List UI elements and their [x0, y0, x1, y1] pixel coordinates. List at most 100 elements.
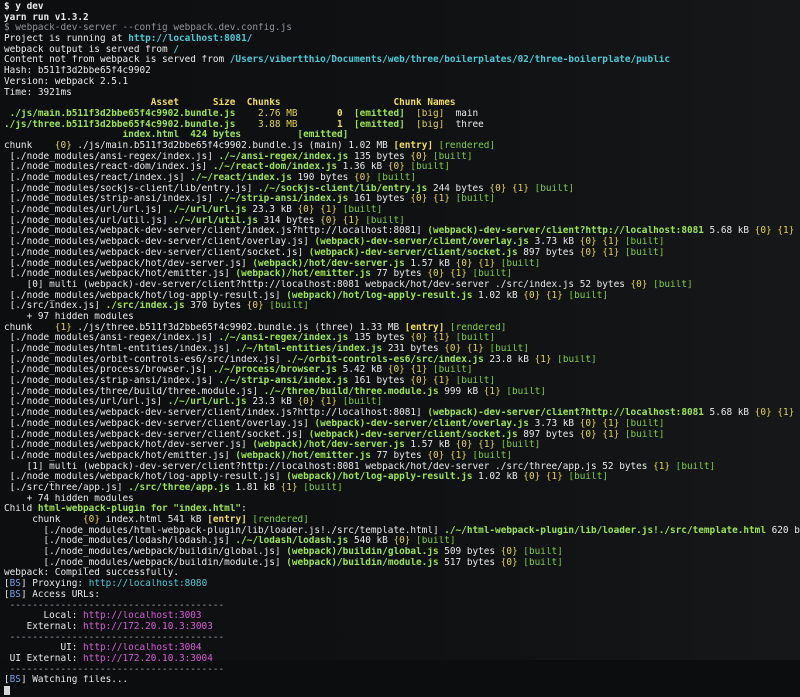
- terminal-text: ./js/three.b511f3d2bbe65f4c9902.bundle.j…: [71, 322, 405, 333]
- terminal-line: [./node_modules/html-webpack-plugin/lib/…: [4, 526, 800, 537]
- terminal-line: [./node_modules/webpack-dev-server/clien…: [4, 408, 800, 419]
- terminal-text: {1}: [54, 322, 72, 333]
- terminal-text: [entry]: [393, 140, 433, 151]
- terminal-text: (webpack)-dev-server/client/socket.js: [308, 429, 518, 440]
- terminal-line: [./node_modules/react-dom/index.js] ./~/…: [4, 162, 800, 173]
- terminal-text: [built]: [404, 162, 450, 173]
- terminal-text: {0}: [630, 279, 648, 290]
- terminal-line: webpack output is served from /: [4, 45, 800, 56]
- terminal-line: [./node_modules/webpack/hot/emitter.js] …: [4, 451, 800, 462]
- terminal-text: [./node_modules/react-dom/index.js]: [4, 162, 213, 173]
- terminal-text: {0}: [246, 301, 264, 312]
- terminal-text: {1}: [320, 205, 338, 216]
- terminal-line: [./node_modules/webpack-dev-server/clien…: [4, 419, 800, 430]
- terminal-text: [built]: [495, 440, 541, 451]
- terminal-text: 23.3 kB: [246, 205, 298, 216]
- terminal-text: [built]: [619, 237, 665, 248]
- prompt-line: [4, 686, 800, 697]
- terminal-text: Asset Size Chunks Chunk Names: [4, 98, 456, 109]
- terminal-line: Content not from webpack is served from …: [4, 55, 800, 66]
- terminal-text: {1}: [602, 429, 620, 440]
- terminal-line: Local: http://localhost:3003: [4, 611, 800, 622]
- terminal-text: [entry]: [404, 322, 445, 333]
- terminal-text: http://localhost:3004: [83, 643, 202, 654]
- terminal-text: {1}: [449, 269, 467, 280]
- terminal-text: {0}: [387, 365, 405, 376]
- terminal-line: [./node_modules/webpack-dev-server/clien…: [4, 237, 800, 248]
- terminal-text: ./js/three.b511f3d2bbe65f4c9902.bundle.j…: [4, 119, 236, 130]
- terminal-line: [./node_modules/url/url.js] ./~/url/url.…: [4, 205, 800, 216]
- terminal-line: [BS] Access URLs:: [4, 590, 800, 601]
- terminal-text: 1.36 kB: [337, 162, 388, 173]
- terminal-text: [./node_modules/url/url.js]: [4, 397, 168, 408]
- terminal-text: 244 bytes: [427, 183, 490, 194]
- terminal-text: 5.68 kB: [703, 226, 755, 237]
- terminal-text: {0}: [500, 557, 518, 568]
- terminal-text: {0}: [754, 408, 772, 419]
- terminal-text: [./node_modules/webpack/hot/dev-server.j…: [4, 258, 253, 269]
- terminal-line: Hash: b511f3d2bbe65f4c9902: [4, 66, 800, 77]
- terminal-text: [./node_modules/ansi-regex/index.js]: [4, 151, 219, 162]
- terminal-line: [./node_modules/webpack-dev-server/clien…: [4, 226, 800, 237]
- terminal-text: ./~/three/build/three.module.js: [263, 386, 439, 397]
- terminal-text: Time: 3921ms: [4, 87, 72, 98]
- terminal-line: [./node_modules/strip-ansi/index.js] ./~…: [4, 194, 800, 205]
- terminal-text: [rendered]: [444, 322, 507, 333]
- terminal-text: {1}: [602, 418, 620, 429]
- terminal-text: {0}: [523, 472, 541, 483]
- terminal-text: {0}: [455, 440, 473, 451]
- terminal-line: [./node_modules/three/build/three.module…: [4, 387, 800, 398]
- terminal-text: http://172.20.10.3:3004: [83, 653, 213, 664]
- terminal-text: [built]: [449, 333, 496, 344]
- terminal-text: (webpack)/hot/dev-server.js: [252, 440, 405, 451]
- terminal-text: Version: webpack 2.5.1: [4, 76, 129, 87]
- terminal-text: chunk: [4, 322, 55, 333]
- terminal-text: {0}: [410, 333, 428, 344]
- terminal-text: chunk: [4, 515, 84, 525]
- terminal-text: [built]: [427, 151, 473, 162]
- terminal-text: 897 bytes: [517, 429, 580, 440]
- terminal-text: /Users/vibertthio/Documents/web/three/bo…: [229, 55, 671, 66]
- terminal-text: [./node_modules/url/util.js]: [4, 215, 174, 226]
- terminal-text: (webpack)/hot/dev-server.js: [252, 258, 405, 269]
- terminal-output[interactable]: $ y dev yarn run v1.3.2 $ webpack-dev-serv…: [0, 0, 800, 695]
- terminal-line: External: http://172.20.10.3:3003: [4, 622, 800, 633]
- terminal-text: {1}: [534, 354, 552, 365]
- terminal-text: 1.81 kB: [229, 482, 281, 493]
- terminal-text: [built]: [517, 547, 563, 558]
- terminal-text: {0}: [579, 418, 597, 429]
- terminal-text: [built]: [500, 386, 546, 397]
- terminal-text: Local:: [4, 611, 84, 622]
- terminal-text: [built]: [647, 279, 693, 290]
- terminal-line: [./node_modules/webpack/buildin/module.j…: [4, 558, 800, 569]
- terminal-text: /: [173, 44, 179, 55]
- terminal-text: {1}: [433, 376, 450, 387]
- terminal-text: --------------------------------------: [4, 664, 225, 675]
- terminal-text: 1.57 kB: [404, 258, 456, 269]
- terminal-text: ./src/three/app.js: [128, 482, 230, 493]
- terminal-text: (webpack)-dev-server/client?http://local…: [427, 408, 704, 419]
- terminal-text: 1.02 kB: [472, 290, 524, 301]
- terminal-text: UI:: [4, 643, 84, 654]
- terminal-text: 999 kB: [438, 386, 484, 397]
- terminal-text: 509 bytes: [438, 547, 501, 558]
- terminal-text: index.html 541 kB: [99, 515, 208, 525]
- terminal-text: (webpack)-dev-server/client/socket.js: [308, 247, 518, 258]
- terminal-line: [./node_modules/webpack/hot/emitter.js] …: [4, 269, 800, 280]
- terminal-text: [built]: [370, 173, 417, 183]
- terminal-text: (webpack)/hot/log-apply-result.js: [286, 472, 473, 483]
- terminal-text: {1}: [478, 440, 496, 451]
- terminal-text: 314 bytes: [258, 215, 321, 226]
- terminal-text: [built]: [449, 376, 496, 387]
- terminal-text: [big]: [416, 108, 445, 119]
- terminal-text: [./node_modules/html-webpack-plugin/lib/…: [4, 525, 445, 536]
- terminal-line: [./src/three/app.js] ./src/three/app.js …: [4, 483, 800, 494]
- terminal-text: 23.3 kB: [246, 397, 298, 408]
- terminal-line: [./node_modules/strip-ansi/index.js] ./~…: [4, 376, 800, 387]
- terminal-text: [built]: [528, 183, 575, 194]
- terminal-text: ./~/url/url.js: [167, 205, 247, 216]
- terminal-text: (webpack)-dev-server/client/overlay.js: [314, 418, 529, 429]
- terminal-text: [./node_modules/webpack/hot/emitter.js]: [4, 450, 236, 461]
- terminal-text: [./node_modules/webpack-dev-server/clien…: [4, 408, 428, 419]
- terminal-text: [0] multi (webpack)-dev-server/client?ht…: [4, 279, 631, 290]
